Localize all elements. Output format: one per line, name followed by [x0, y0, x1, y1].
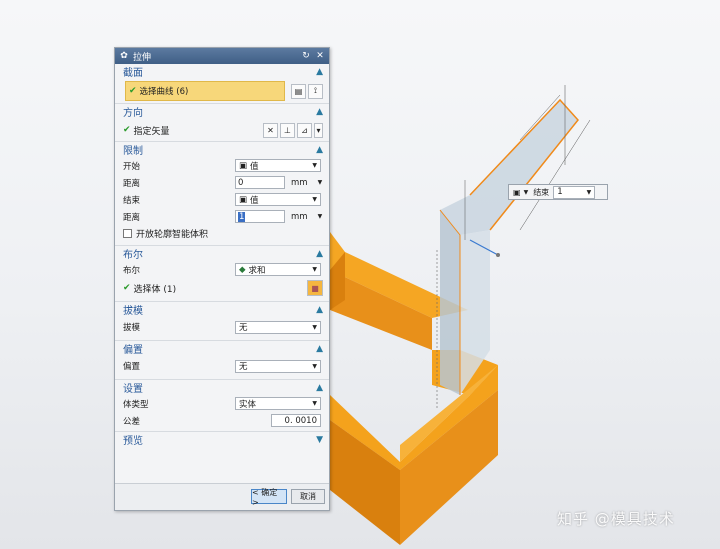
section-header-draft[interactable]: 拔模 ▲	[115, 301, 329, 317]
curve-icon[interactable]: ⟟	[308, 83, 323, 99]
dialog-footer: < 确定 > 取消	[115, 483, 329, 510]
chevron-up-icon: ▲	[316, 343, 323, 354]
end-combo[interactable]: ▣ 值 ▼	[235, 193, 321, 206]
chevron-down-icon: ▼	[312, 400, 317, 407]
unite-icon: ◆	[239, 264, 246, 275]
specify-vector-label: 指定矢量	[133, 126, 170, 137]
chevron-down-icon[interactable]: ▾	[314, 122, 323, 138]
distance1-unit: mm	[291, 177, 308, 188]
draft-row: 拔模 无 ▼	[115, 317, 329, 337]
boolean-label: 布尔	[123, 265, 141, 276]
dialog-titlebar: ✿ 拉伸 ↻ ✕	[115, 48, 329, 64]
start-label: 开始	[123, 161, 141, 172]
section-header-preview[interactable]: 预览 ▼	[115, 431, 329, 447]
distance2-label: 距离	[123, 212, 141, 223]
check-icon: ✔	[129, 86, 137, 96]
end-label: 结束	[123, 195, 141, 206]
section-header-settings[interactable]: 设置 ▲	[115, 379, 329, 395]
chevron-down-icon: ▼	[312, 162, 317, 169]
end-value-combo[interactable]: 1 ▼	[553, 185, 596, 199]
tolerance-label: 公差	[123, 416, 141, 427]
section-header-section[interactable]: 截面 ▲	[115, 64, 329, 80]
offset-label: 偏置	[123, 362, 141, 372]
cube-icon[interactable]: ▣	[513, 188, 521, 197]
body-type-label: 体类型	[123, 399, 149, 410]
solid-body-icon[interactable]: ■	[307, 280, 323, 296]
end-label: 结束	[533, 187, 550, 197]
distance1-row: 距离 0 mm ▼	[115, 174, 329, 191]
specify-vector-row: ✔ 指定矢量 ✕ ⊥ ⊿ ▾	[115, 119, 329, 141]
cancel-button[interactable]: 取消	[291, 489, 325, 504]
select-body-label[interactable]: 选择体 (1)	[134, 282, 305, 295]
distance2-input[interactable]: 1	[235, 210, 285, 223]
cube-icon: ▣	[239, 160, 248, 171]
check-icon: ✔	[123, 283, 131, 293]
reverse-direction-icon[interactable]: ✕	[263, 122, 278, 138]
chevron-up-icon: ▲	[316, 106, 323, 117]
reset-icon[interactable]: ↻	[301, 51, 311, 61]
offset-row: 偏置 无 ▼	[115, 356, 329, 376]
start-row: 开始 ▣ 值 ▼	[115, 157, 329, 174]
body-type-row: 体类型 实体 ▼	[115, 395, 329, 412]
distance1-input[interactable]: 0	[235, 176, 285, 189]
chevron-up-icon: ▲	[316, 144, 323, 155]
open-profile-label: 开放轮廓智能体积	[136, 229, 209, 240]
sketch-section-icon[interactable]: ▤	[291, 83, 306, 99]
cube-icon: ▣	[239, 194, 248, 205]
floating-limit-toolbar: ▣ ▼ 结束 1 ▼	[508, 184, 608, 200]
tolerance-input[interactable]: 0. 0010	[271, 414, 321, 427]
check-icon: ✔	[123, 125, 131, 135]
dialog-title: 拉伸	[133, 52, 152, 63]
section-header-direction[interactable]: 方向 ▲	[115, 103, 329, 119]
chevron-up-icon: ▲	[316, 382, 323, 393]
extrude-preview	[436, 85, 591, 410]
chevron-up-icon: ▲	[316, 66, 323, 77]
select-body-row: ✔ 选择体 (1) ■	[115, 278, 329, 298]
draft-combo[interactable]: 无 ▼	[235, 320, 321, 334]
boolean-row: 布尔 ◆ 求和 ▼	[115, 261, 329, 278]
boolean-combo[interactable]: ◆ 求和 ▼	[235, 263, 321, 276]
start-combo[interactable]: ▣ 值 ▼	[235, 159, 321, 172]
close-icon[interactable]: ✕	[315, 51, 325, 61]
tolerance-row: 公差 0. 0010	[115, 412, 329, 429]
chevron-down-icon[interactable]: ▼	[524, 189, 529, 196]
section-header-offset[interactable]: 偏置 ▲	[115, 340, 329, 356]
open-profile-row: 开放轮廓智能体积	[115, 225, 329, 241]
offset-combo[interactable]: 无 ▼	[235, 359, 321, 373]
vector-icon[interactable]: ⊥	[280, 122, 295, 138]
open-profile-checkbox[interactable]	[123, 228, 132, 238]
select-curve-field[interactable]: ✔ 选择曲线 (6)	[125, 81, 285, 101]
select-curve-row: ✔ 选择曲线 (6) ▤ ⟟	[115, 79, 329, 103]
distance2-unit: mm	[291, 211, 308, 222]
chevron-down-icon: ▼	[312, 196, 317, 203]
distance1-label: 距离	[123, 178, 141, 189]
extrude-dialog: ✿ 拉伸 ↻ ✕ 截面 ▲ ✔ 选择曲线 (6) ▤ ⟟ 方向 ▲ ✔ 指定矢量…	[114, 47, 330, 511]
end-row: 结束 ▣ 值 ▼	[115, 191, 329, 208]
draft-label: 拔模	[123, 323, 141, 333]
chevron-up-icon: ▲	[316, 248, 323, 259]
chevron-down-icon: ▼	[312, 266, 317, 273]
chevron-down-icon: ▼	[312, 362, 317, 370]
section-header-limits[interactable]: 限制 ▲	[115, 141, 329, 157]
gear-icon: ✿	[120, 51, 128, 61]
body-type-combo[interactable]: 实体 ▼	[235, 397, 321, 410]
watermark: 知乎 @模具技术	[557, 510, 675, 528]
distance2-row: 距离 1 mm ▼	[115, 208, 329, 225]
graphics-viewport[interactable]	[0, 0, 720, 549]
vector-constructor-icon[interactable]: ⊿	[297, 122, 312, 138]
chevron-down-icon: ▼	[316, 434, 323, 445]
chevron-up-icon: ▲	[316, 304, 323, 315]
chevron-down-icon: ▼	[312, 323, 317, 331]
chevron-down-icon[interactable]: ▼	[318, 213, 323, 220]
section-header-boolean[interactable]: 布尔 ▲	[115, 245, 329, 261]
ok-button[interactable]: < 确定 >	[251, 488, 287, 507]
chevron-down-icon[interactable]: ▼	[318, 179, 323, 186]
chevron-down-icon: ▼	[586, 188, 592, 196]
